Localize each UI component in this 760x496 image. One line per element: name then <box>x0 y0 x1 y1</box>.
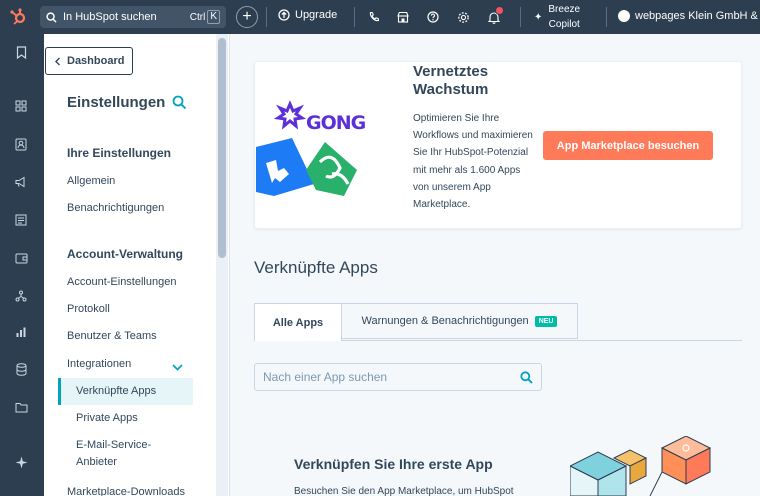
settings-title: Einstellungen <box>67 94 166 111</box>
account-name: webpages Klein GmbH & C <box>635 10 760 22</box>
account-menu[interactable]: webpages Klein GmbH & C <box>618 10 760 22</box>
apps-tabs: Alle Apps Warnungen & Benachrichtigungen… <box>254 303 742 341</box>
green-app-tile-icon <box>306 142 357 196</box>
promo-title-line2: Wachstum <box>413 81 489 98</box>
sidebar-item-email-service-provider[interactable]: E-Mail-Service- Anbieter <box>76 437 151 471</box>
bookmark-icon[interactable] <box>13 44 29 60</box>
tab-warnings-label: Warnungen & Benachrichtigungen <box>361 315 529 327</box>
search-icon[interactable] <box>520 370 533 384</box>
account-avatar <box>618 10 630 22</box>
sidebar-item-marketplace-downloads[interactable]: Marketplace-Downloads <box>67 486 185 496</box>
notification-badge <box>495 6 504 15</box>
grid-apps-icon[interactable] <box>13 98 29 114</box>
marketing-megaphone-icon[interactable] <box>13 174 29 190</box>
sidebar-scrollbar-thumb[interactable] <box>218 38 226 258</box>
shortcut-key: K <box>207 10 220 24</box>
connected-apps-heading: Verknüpfte Apps <box>254 258 378 277</box>
promo-title: Vernetztes Wachstum <box>413 63 488 99</box>
folder-icon[interactable] <box>13 399 29 415</box>
visit-app-marketplace-button[interactable]: App Marketplace besuchen <box>543 131 713 160</box>
global-search-input[interactable]: In HubSpot suchen Ctrl K <box>40 6 226 28</box>
reporting-chart-icon[interactable] <box>13 324 29 340</box>
phone-icon[interactable] <box>366 9 382 25</box>
section-account-management: Account-Verwaltung <box>67 247 184 261</box>
marketplace-store-icon[interactable] <box>395 9 411 25</box>
upgrade-button[interactable]: Upgrade <box>278 9 337 21</box>
upgrade-arrow-icon <box>278 9 290 21</box>
breeze-sparkle-icon[interactable] <box>13 454 29 470</box>
breeze-copilot-button[interactable]: ✦ Breeze Copilot <box>534 2 580 32</box>
content-icon[interactable] <box>13 212 29 228</box>
contacts-icon[interactable] <box>13 136 29 152</box>
chevron-down-icon[interactable] <box>172 358 183 376</box>
promo-title-line1: Vernetztes <box>413 63 489 80</box>
tab-all-apps[interactable]: Alle Apps <box>254 303 342 341</box>
empty-state-text: Besuchen Sie den App Marketplace, um Hub… <box>294 486 514 496</box>
app-search-input[interactable]: Nach einer App suchen <box>254 363 542 391</box>
automation-icon[interactable] <box>13 288 29 304</box>
shortcut-ctrl: Ctrl <box>189 11 206 23</box>
gong-logo-text: GONG <box>306 112 366 134</box>
section-your-settings: Ihre Einstellungen <box>67 146 172 160</box>
topbar-divider <box>520 7 521 27</box>
sidebar-item-account-settings[interactable]: Account-Einstellungen <box>67 276 176 288</box>
plus-icon: + <box>242 8 252 25</box>
back-label: Dashboard <box>67 55 125 67</box>
tab-warnings-notifications[interactable]: Warnungen & Benachrichtigungen NEU <box>342 303 578 339</box>
email-provider-label-line1: E-Mail-Service- <box>76 439 152 451</box>
new-badge: NEU <box>534 315 558 327</box>
sidebar-item-connected-apps[interactable]: Verknüpfte Apps <box>76 383 156 400</box>
upgrade-label: Upgrade <box>295 9 338 21</box>
cubes-illustration <box>570 436 712 496</box>
back-to-dashboard-button[interactable]: Dashboard <box>45 47 133 75</box>
gong-starburst-icon <box>273 100 307 130</box>
commerce-wallet-icon[interactable] <box>13 250 29 266</box>
global-search-placeholder: In HubSpot suchen <box>63 11 157 23</box>
sidebar-item-notifications[interactable]: Benachrichtigungen <box>67 202 164 214</box>
promo-description: Optimieren Sie Ihre Workflows und maximi… <box>413 113 533 211</box>
topbar-divider <box>606 7 607 27</box>
sidebar-item-log[interactable]: Protokoll <box>67 303 110 315</box>
create-new-button[interactable]: + <box>236 6 258 28</box>
data-database-icon[interactable] <box>13 361 29 377</box>
sidebar-item-general[interactable]: Allgemein <box>67 175 115 187</box>
help-icon[interactable] <box>425 9 441 25</box>
tab-all-apps-label: Alle Apps <box>272 316 324 329</box>
sidebar-item-private-apps[interactable]: Private Apps <box>76 410 138 427</box>
topbar-divider <box>354 7 355 27</box>
blue-app-tile-icon <box>256 138 314 196</box>
sidebar-item-integrations[interactable]: Integrationen <box>67 358 131 370</box>
breeze-label: Breeze <box>548 4 581 15</box>
hubspot-logo-icon[interactable] <box>0 0 36 34</box>
main-navigation-rail <box>0 34 44 496</box>
empty-state-title: Verknüpfen Sie Ihre erste App <box>294 456 493 472</box>
search-icon <box>46 11 57 23</box>
sparkle-icon: ✦ <box>534 11 543 23</box>
copilot-label: Copilot <box>548 19 580 30</box>
sidebar-item-users-teams[interactable]: Benutzer & Teams <box>67 330 157 342</box>
search-shortcut: Ctrl K <box>190 10 220 24</box>
email-provider-label-line2: Anbieter <box>76 456 117 468</box>
settings-search-icon[interactable] <box>172 95 187 115</box>
topbar-divider <box>266 7 267 27</box>
app-search-placeholder: Nach einer App suchen <box>263 370 388 384</box>
chevron-left-icon <box>55 57 60 65</box>
gear-icon[interactable] <box>455 9 471 25</box>
